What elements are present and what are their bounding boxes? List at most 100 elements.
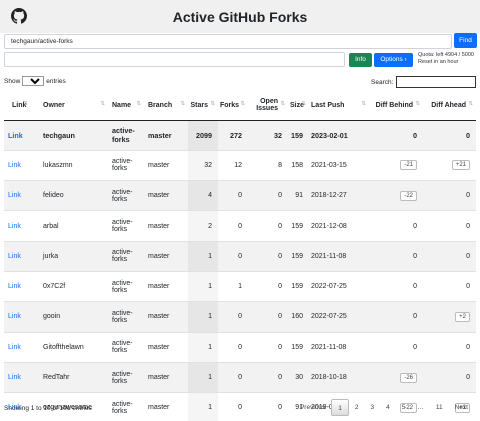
column-header-label: Open Issues xyxy=(256,98,278,113)
sort-icon: ⇅ xyxy=(136,101,141,107)
cell-forks: 0 xyxy=(218,241,248,272)
cell-push: 2021-11-08 xyxy=(309,332,369,363)
column-header[interactable]: Owner ⇅ xyxy=(31,91,108,121)
column-header[interactable]: Last Push ⇅ xyxy=(309,91,369,121)
pagination-page[interactable]: 11 xyxy=(430,399,449,416)
cell-name: active-forks xyxy=(108,150,144,182)
cell-branch: master xyxy=(144,150,188,182)
cell-branch: master xyxy=(144,120,188,151)
table-body: Link techgaun active-forks master 2099 272 32 1… xyxy=(4,120,476,421)
pagination-page[interactable]: 5 xyxy=(396,399,412,416)
cell-size: 158 xyxy=(288,150,309,182)
cell-ahead: 0 xyxy=(423,241,476,272)
cell-size: 159 xyxy=(288,271,309,303)
cell-ahead: 0 xyxy=(423,332,476,363)
info-button[interactable]: Info xyxy=(349,53,372,67)
pagination-page[interactable]: 3 xyxy=(365,399,381,416)
fork-link[interactable]: Link xyxy=(4,362,31,394)
diff-badge[interactable]: +21 xyxy=(451,160,470,171)
diff-badge[interactable]: +2 xyxy=(455,311,470,322)
cell-issues: 0 xyxy=(248,362,288,394)
cell-owner: felideo xyxy=(31,180,108,212)
cell-name: active-forks xyxy=(108,210,144,242)
fork-link[interactable]: Link xyxy=(4,150,31,182)
column-header[interactable]: Diff Ahead ⇅ xyxy=(423,91,476,121)
column-header[interactable]: Open Issues ⇅ xyxy=(248,91,288,121)
column-header[interactable]: Name ⇅ xyxy=(108,91,144,121)
diff-badge[interactable]: -22 xyxy=(400,190,417,201)
options-button[interactable]: Options › xyxy=(374,53,413,67)
cell-owner: jurka xyxy=(31,241,108,272)
sort-icon: ⇅ xyxy=(361,101,366,107)
cell-issues: 0 xyxy=(248,241,288,272)
fork-link[interactable]: Link xyxy=(4,271,31,303)
cell-ahead: +2 xyxy=(423,301,476,333)
column-header[interactable]: Forks ⇅ xyxy=(218,91,248,121)
cell-size: 160 xyxy=(288,301,309,333)
column-header-label: Diff Ahead xyxy=(431,101,466,109)
sort-icon: ⇅ xyxy=(280,101,285,107)
cell-forks: 272 xyxy=(218,120,248,151)
pagination-page[interactable]: 4 xyxy=(380,399,396,416)
cell-owner: gooin xyxy=(31,301,108,333)
table-header-row: Link ⇅ Owner ⇅ Name ⇅ Branch ⇅ Stars ⇅ Forks ⇅ Open … xyxy=(4,91,476,121)
fork-link[interactable]: Link xyxy=(4,241,31,272)
quota-status: Quota: left 4904 / 5000 Reset in an hour xyxy=(418,52,480,66)
cell-push: 2021-11-08 xyxy=(309,241,369,272)
table-row: Link techgaun active-forks master 2099 272 32 1… xyxy=(4,120,476,151)
repo-search-input[interactable]: techgaun/active-forks xyxy=(4,34,452,49)
cell-issues: 0 xyxy=(248,210,288,242)
diff-badge[interactable]: -26 xyxy=(400,372,417,383)
fork-link[interactable]: Link xyxy=(4,210,31,242)
cell-branch: master xyxy=(144,210,188,242)
pagination-previous[interactable]: Previous xyxy=(294,399,331,416)
cell-behind: 0 xyxy=(369,210,423,242)
cell-ahead: 0 xyxy=(423,362,476,394)
cell-stars: 1 xyxy=(188,332,218,363)
find-button[interactable]: Find xyxy=(454,33,477,48)
cell-owner: Gitoffthelawn xyxy=(31,332,108,363)
cell-behind: 0 xyxy=(369,301,423,333)
quota-remaining: Quota: left 4904 / 5000 xyxy=(418,52,474,58)
cell-name: active-forks xyxy=(108,241,144,272)
cell-branch: master xyxy=(144,301,188,333)
column-header-label: Stars xyxy=(190,101,208,109)
cell-size: 91 xyxy=(288,180,309,212)
fork-link[interactable]: Link xyxy=(4,301,31,333)
cell-issues: 8 xyxy=(248,150,288,182)
table-row: Link RedTahr active-forks master 1 0 0 30 2018-1… xyxy=(4,362,476,394)
fork-link[interactable]: Link xyxy=(4,180,31,212)
column-header[interactable]: Branch ⇅ xyxy=(144,91,188,121)
cell-issues: 0 xyxy=(248,180,288,212)
column-header[interactable]: Diff Behind ⇅ xyxy=(369,91,423,121)
diff-badge[interactable]: -21 xyxy=(400,160,417,171)
column-header[interactable]: Link ⇅ xyxy=(4,91,31,121)
pagination-page[interactable]: 1 xyxy=(331,399,349,416)
column-header[interactable]: Size ⇅ xyxy=(288,91,309,121)
cell-behind: -26 xyxy=(369,362,423,394)
table-row: Link lukaszmn active-forks master 32 12 8 158 20… xyxy=(4,150,476,182)
page-size-control: Show 10 entries xyxy=(4,76,66,86)
fork-link[interactable]: Link xyxy=(4,332,31,363)
cell-name: active-forks xyxy=(108,120,144,151)
pagination-next[interactable]: Next xyxy=(449,399,474,416)
page-size-select[interactable]: 10 xyxy=(22,76,45,86)
cell-push: 2021-03-15 xyxy=(309,150,369,182)
entries-label: entries xyxy=(46,77,66,85)
table-search-input[interactable] xyxy=(396,76,477,88)
table-row: Link jurka active-forks master 1 0 0 159 2021-11… xyxy=(4,241,476,272)
cell-behind: -22 xyxy=(369,180,423,212)
cell-size: 159 xyxy=(288,241,309,272)
cell-stars: 4 xyxy=(188,180,218,212)
cell-owner: arbal xyxy=(31,210,108,242)
secondary-input[interactable] xyxy=(4,52,345,67)
cell-branch: master xyxy=(144,332,188,363)
cell-owner: RedTahr xyxy=(31,362,108,394)
column-header-label: Forks xyxy=(220,101,240,109)
pagination-page[interactable]: 2 xyxy=(349,399,365,416)
column-header[interactable]: Stars ⇅ xyxy=(188,91,218,121)
fork-link[interactable]: Link xyxy=(4,120,31,151)
cell-size: 159 xyxy=(288,332,309,363)
cell-name: active-forks xyxy=(108,332,144,363)
sort-icon: ⇅ xyxy=(240,101,245,107)
